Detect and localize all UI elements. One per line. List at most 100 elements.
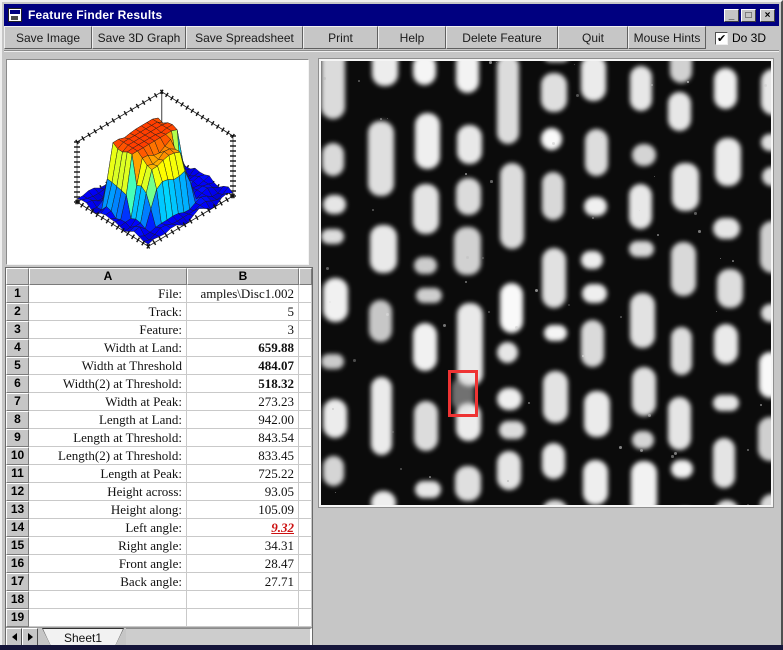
label-cell[interactable]: Track: — [29, 303, 187, 321]
spare-cell — [299, 303, 312, 321]
row-number-cell[interactable]: 7 — [6, 393, 29, 411]
mouse-hints-button[interactable]: Mouse Hints — [628, 26, 706, 49]
label-cell[interactable]: File: — [29, 285, 187, 303]
noise-speck — [380, 118, 383, 121]
disc-pit-blob — [323, 195, 346, 215]
sheet-body: 1 File: amples\Disc1.002 2 Track: 5 3 Feature: 3… — [6, 285, 312, 627]
value-cell[interactable]: 942.00 — [187, 411, 299, 429]
help-button[interactable]: Help — [378, 26, 446, 49]
value-cell[interactable]: 659.88 — [187, 339, 299, 357]
row-number-cell[interactable]: 13 — [6, 501, 29, 519]
app-icon — [8, 8, 22, 22]
value-cell[interactable]: 3 — [187, 321, 299, 339]
sheet-corner-cell[interactable] — [6, 268, 29, 285]
save-image-button[interactable]: Save Image — [4, 26, 92, 49]
minimize-button[interactable]: _ — [724, 8, 739, 22]
row-number-cell[interactable]: 3 — [6, 321, 29, 339]
row-number-cell[interactable]: 6 — [6, 375, 29, 393]
print-button[interactable]: Print — [303, 26, 378, 49]
close-icon: × — [764, 9, 771, 21]
disc-pit-blob — [500, 282, 523, 333]
row-number-cell[interactable]: 16 — [6, 555, 29, 573]
do3d-checkbox[interactable]: Do 3D — [715, 26, 766, 50]
value-cell[interactable]: 5 — [187, 303, 299, 321]
noise-speck — [392, 431, 395, 434]
disc-pit-blob — [321, 228, 344, 245]
value-cell[interactable]: 34.31 — [187, 537, 299, 555]
tab-scroll-right-button[interactable] — [22, 628, 38, 646]
label-cell[interactable]: Width at Land: — [29, 339, 187, 357]
save-3d-graph-button[interactable]: Save 3D Graph — [92, 26, 186, 49]
noise-speck — [429, 476, 431, 478]
value-cell[interactable] — [187, 609, 299, 627]
tab-scroll-left-button[interactable] — [6, 628, 22, 646]
delete-feature-button[interactable]: Delete Feature — [446, 26, 558, 49]
value-cell[interactable]: 28.47 — [187, 555, 299, 573]
disc-pit-blob — [413, 322, 437, 371]
disc-pit-blob — [414, 113, 440, 170]
label-cell[interactable] — [29, 591, 187, 609]
micrograph-panel — [319, 59, 773, 507]
label-cell[interactable]: Left angle: — [29, 519, 187, 537]
maximize-button[interactable]: □ — [741, 8, 756, 22]
value-cell[interactable]: 105.09 — [187, 501, 299, 519]
close-button[interactable]: × — [760, 8, 775, 22]
value-cell[interactable]: 27.71 — [187, 573, 299, 591]
label-cell[interactable]: Width(2) at Threshold: — [29, 375, 187, 393]
value-cell[interactable]: 273.23 — [187, 393, 299, 411]
row-number-cell[interactable]: 19 — [6, 609, 29, 627]
row-number-cell[interactable]: 1 — [6, 285, 29, 303]
value-cell[interactable]: 843.54 — [187, 429, 299, 447]
label-cell[interactable]: Length at Land: — [29, 411, 187, 429]
disc-pit-blob — [413, 257, 438, 274]
row-number-cell[interactable]: 18 — [6, 591, 29, 609]
label-cell[interactable]: Front angle: — [29, 555, 187, 573]
micrograph-image[interactable] — [321, 61, 771, 505]
value-cell[interactable]: 9.32 — [187, 519, 299, 537]
disc-pit-blob — [543, 324, 567, 342]
sheet-row: 15 Right angle: 34.31 — [6, 537, 312, 555]
value-cell[interactable]: 833.45 — [187, 447, 299, 465]
row-number-cell[interactable]: 4 — [6, 339, 29, 357]
value-cell[interactable]: 725.22 — [187, 465, 299, 483]
titlebar[interactable]: Feature Finder Results _ □ × — [4, 4, 779, 26]
label-cell[interactable]: Width at Threshold — [29, 357, 187, 375]
disc-pit-blob — [500, 163, 525, 249]
label-cell[interactable]: Feature: — [29, 321, 187, 339]
label-cell[interactable]: Length at Threshold: — [29, 429, 187, 447]
row-number-cell[interactable]: 11 — [6, 465, 29, 483]
value-cell[interactable]: amples\Disc1.002 — [187, 285, 299, 303]
value-cell[interactable]: 93.05 — [187, 483, 299, 501]
label-cell[interactable] — [29, 609, 187, 627]
label-cell[interactable]: Length at Peak: — [29, 465, 187, 483]
save-spreadsheet-button[interactable]: Save Spreadsheet — [186, 26, 303, 49]
row-number-cell[interactable]: 14 — [6, 519, 29, 537]
label-cell[interactable]: Back angle: — [29, 573, 187, 591]
row-number-cell[interactable]: 8 — [6, 411, 29, 429]
label-cell[interactable]: Width at Peak: — [29, 393, 187, 411]
value-cell[interactable]: 484.07 — [187, 357, 299, 375]
row-number-cell[interactable]: 15 — [6, 537, 29, 555]
label-cell[interactable]: Height along: — [29, 501, 187, 519]
sheet-header-row: A B — [6, 268, 312, 285]
quit-button[interactable]: Quit — [558, 26, 628, 49]
row-number-cell[interactable]: 2 — [6, 303, 29, 321]
noise-speck — [671, 455, 674, 458]
row-number-cell[interactable]: 12 — [6, 483, 29, 501]
sheet-row: 17 Back angle: 27.71 — [6, 573, 312, 591]
label-cell[interactable]: Length(2) at Threshold: — [29, 447, 187, 465]
value-cell[interactable] — [187, 591, 299, 609]
column-header-b[interactable]: B — [187, 268, 299, 285]
disc-pit-blob — [414, 401, 438, 452]
label-cell[interactable]: Right angle: — [29, 537, 187, 555]
row-number-cell[interactable]: 10 — [6, 447, 29, 465]
row-number-cell[interactable]: 9 — [6, 429, 29, 447]
column-header-a[interactable]: A — [29, 268, 187, 285]
label-cell[interactable]: Height across: — [29, 483, 187, 501]
value-cell[interactable]: 518.32 — [187, 375, 299, 393]
app-window: Feature Finder Results _ □ × Save Image … — [0, 0, 783, 650]
disc-pit-blob — [671, 242, 697, 297]
row-number-cell[interactable]: 17 — [6, 573, 29, 591]
row-number-cell[interactable]: 5 — [6, 357, 29, 375]
sheet-tab[interactable]: Sheet1 — [42, 628, 124, 646]
